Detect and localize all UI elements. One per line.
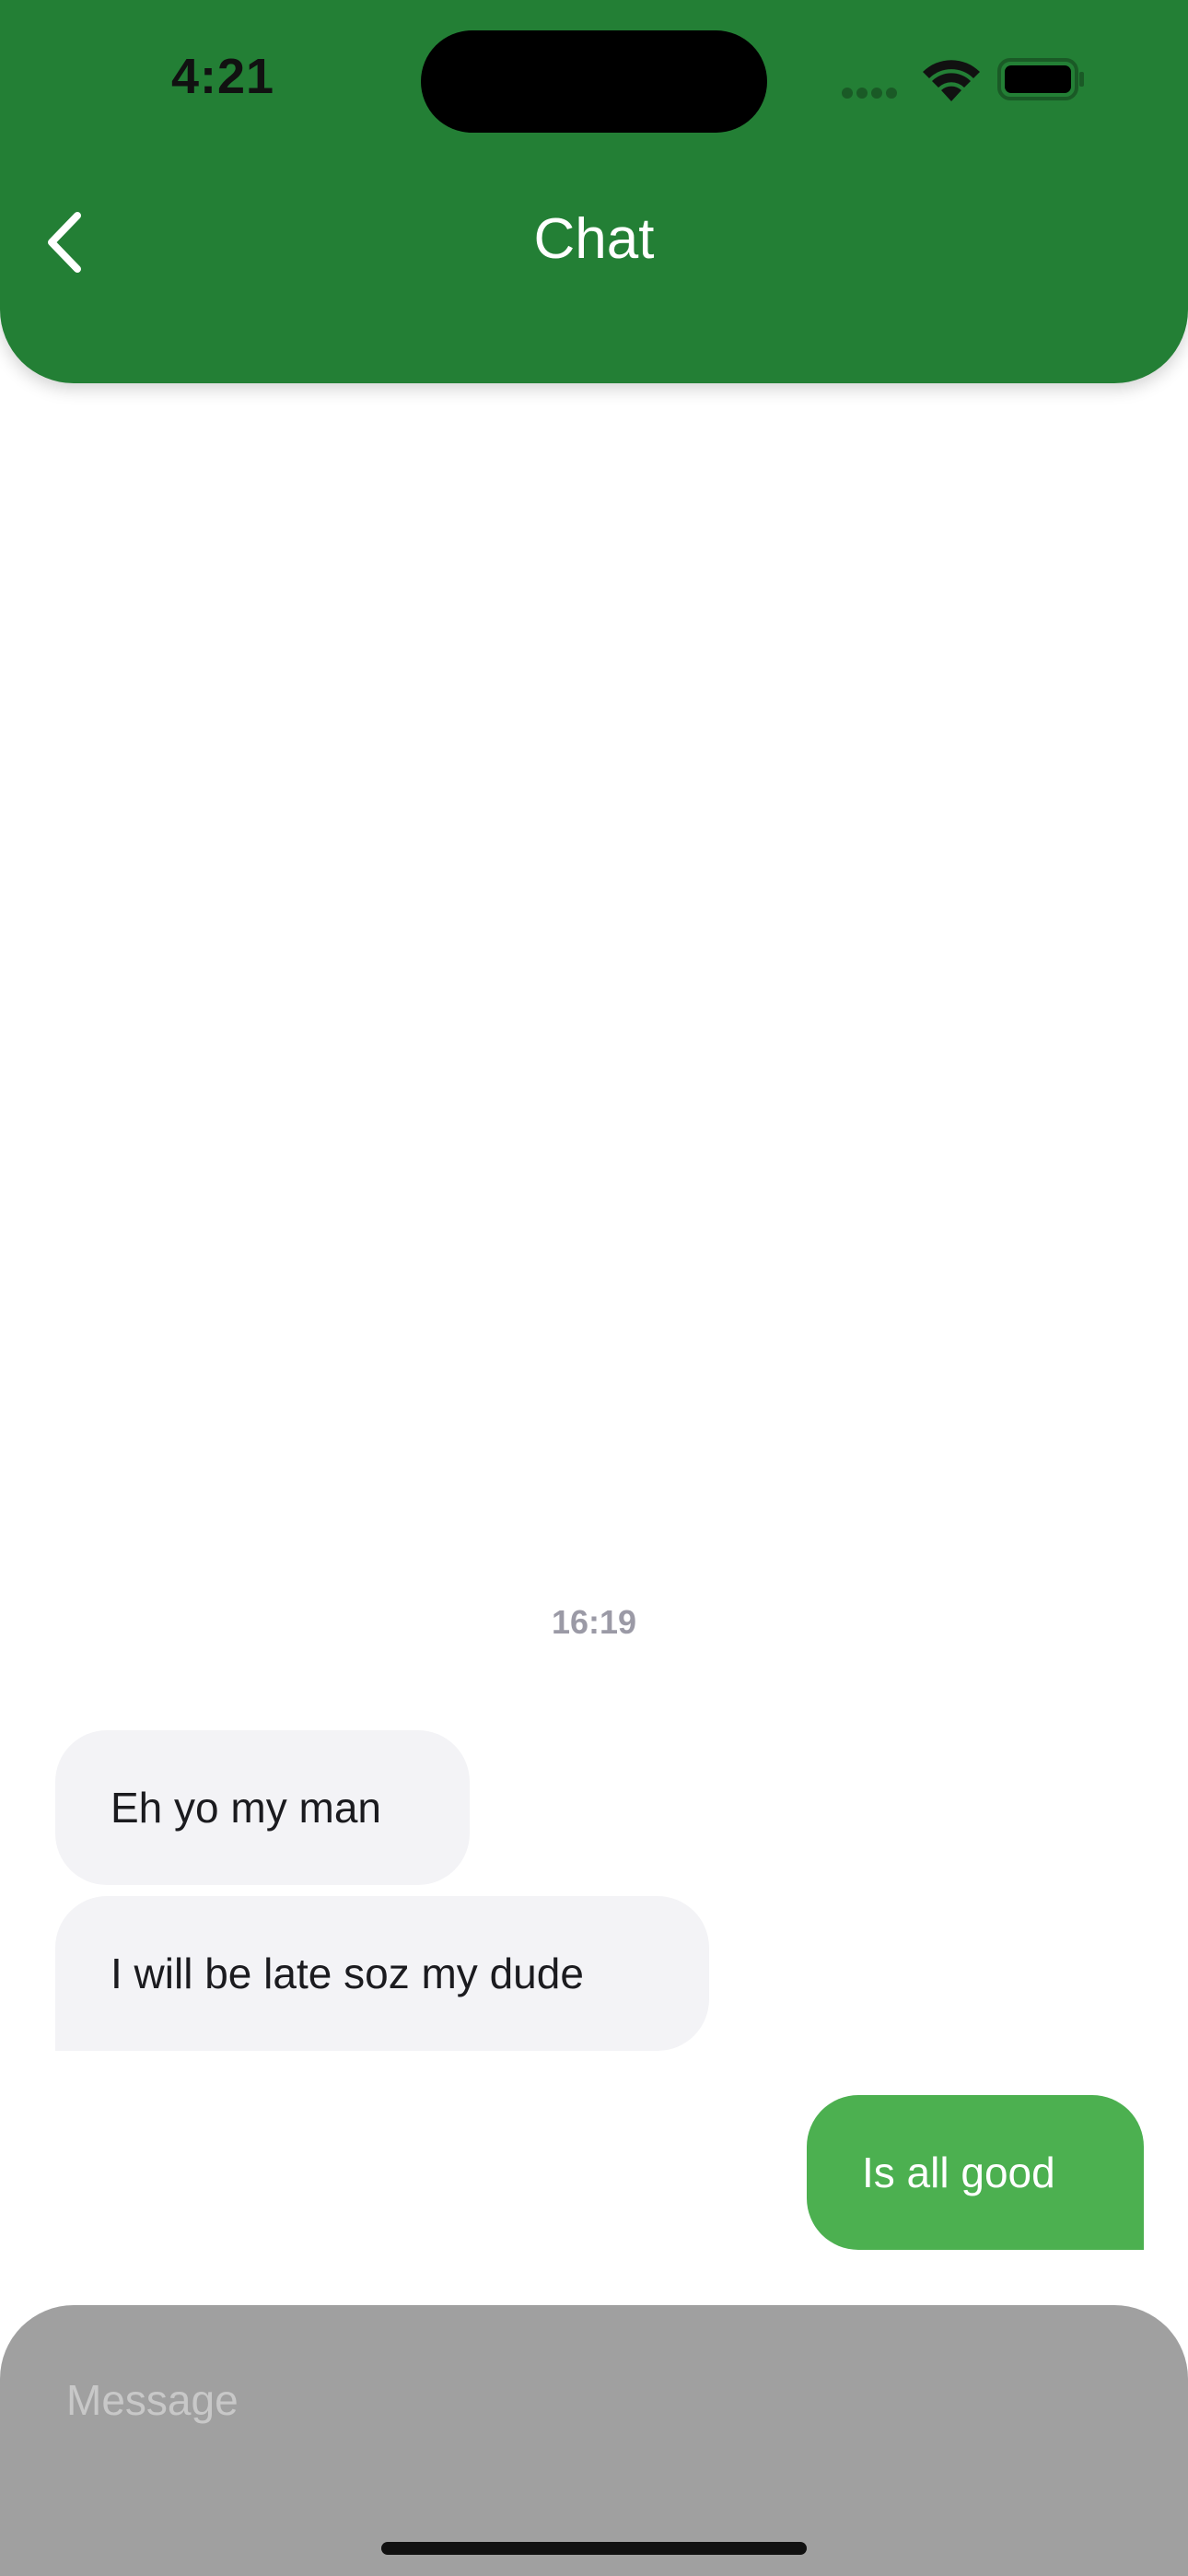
sent-message-bubble[interactable]: Is all good xyxy=(807,2095,1144,2250)
dynamic-island xyxy=(421,30,767,133)
message-composer xyxy=(0,2305,1188,2576)
home-indicator[interactable] xyxy=(381,2542,807,2555)
message-timestamp: 16:19 xyxy=(551,1603,637,1641)
battery-icon xyxy=(997,58,1084,100)
status-bar-time: 4:21 xyxy=(171,49,275,104)
chat-header: 4:21 Chat xyxy=(0,0,1188,383)
message-text: Is all good xyxy=(862,2149,1055,2196)
message-text: I will be late soz my dude xyxy=(111,1950,584,1997)
received-message-bubble[interactable]: I will be late soz my dude xyxy=(55,1896,709,2051)
received-message-bubble[interactable]: Eh yo my man xyxy=(55,1730,470,1885)
wifi-icon xyxy=(923,60,980,101)
message-input[interactable] xyxy=(66,2370,1116,2430)
page-title: Chat xyxy=(533,207,655,271)
message-text: Eh yo my man xyxy=(111,1784,381,1832)
chat-screen: 4:21 Chat 16:19 Eh yo my man I will be l… xyxy=(0,0,1188,2576)
cellular-signal-icon xyxy=(842,87,906,99)
